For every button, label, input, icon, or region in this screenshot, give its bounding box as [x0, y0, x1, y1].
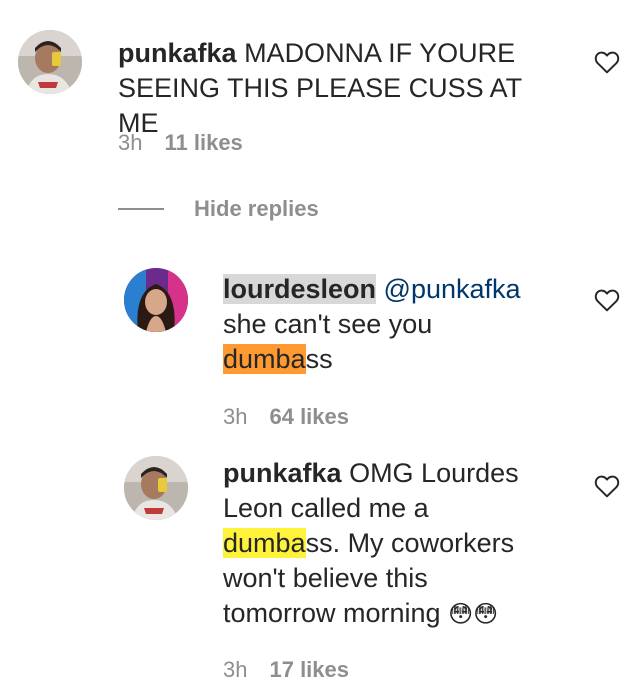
avatar[interactable] [18, 30, 82, 94]
comment-likes[interactable]: 11 likes [164, 130, 242, 155]
highlighted-word: dumba [223, 344, 306, 374]
highlighted-word: dumba [223, 528, 306, 558]
comment-time: 3h [118, 130, 143, 155]
reply-time: 3h [223, 404, 248, 429]
comment-text: punkafka MADONNA IF YOURE SEEING THIS PL… [118, 36, 568, 141]
comment-meta: 3h 11 likes [118, 129, 243, 157]
hide-replies-label: Hide replies [194, 196, 319, 221]
reply-meta: 3h 17 likes [223, 656, 349, 684]
reply-body-rest: ss [305, 344, 333, 374]
reply-meta: 3h 64 likes [223, 403, 349, 431]
heart-icon[interactable] [594, 474, 620, 498]
reply-text: punkafka OMG Lourdes Leon called me a du… [223, 456, 563, 632]
reply-username[interactable]: punkafka [223, 458, 342, 488]
heart-icon[interactable] [594, 50, 620, 74]
mention-link[interactable]: @punkafka [384, 274, 521, 304]
hide-replies-button[interactable]: Hide replies [118, 194, 319, 224]
avatar[interactable] [124, 268, 188, 332]
reply-body-line: OMG Lourdes [349, 458, 519, 488]
reply-body-line: won't believe this [223, 563, 428, 593]
comment-username[interactable]: punkafka [118, 38, 237, 68]
reply-body-line: she can't see you [223, 309, 433, 339]
reply-text: lourdesleon @punkafka she can't see you … [223, 272, 563, 377]
reply-likes[interactable]: 64 likes [269, 404, 349, 429]
replies-divider [118, 208, 164, 210]
reply-body-line: tomorrow morning [223, 598, 441, 628]
reply-username[interactable]: lourdesleon [223, 274, 377, 304]
reply-body-line: Leon called me a [223, 493, 429, 523]
avatar[interactable] [124, 456, 188, 520]
flushed-emoji-icon: 😳😳 [448, 600, 499, 628]
heart-icon[interactable] [594, 288, 620, 312]
reply-body-line: ss. My coworkers [305, 528, 515, 558]
